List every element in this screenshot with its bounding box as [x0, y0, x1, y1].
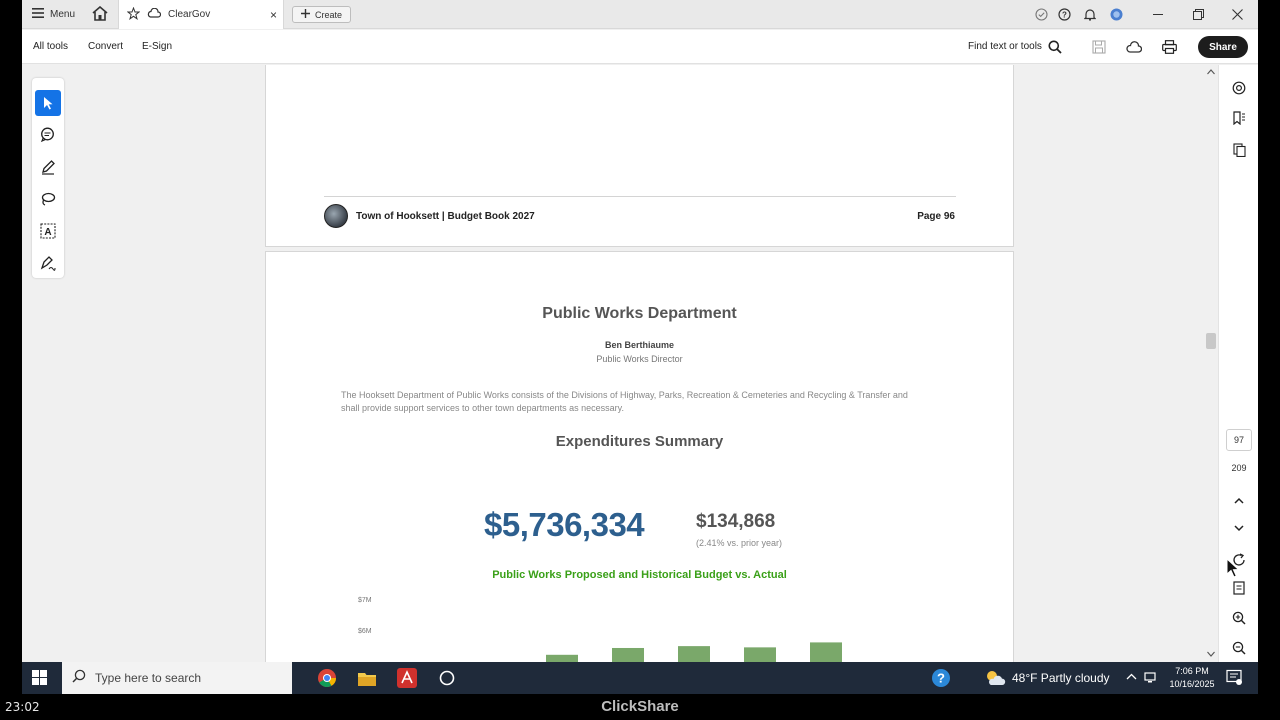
footer-divider — [324, 196, 956, 197]
taskbar-search-box[interactable]: Type here to search — [62, 662, 292, 694]
chart-title: Public Works Proposed and Historical Bud… — [492, 569, 787, 581]
close-tab-icon[interactable]: × — [270, 8, 277, 22]
total-expenditure: $5,736,334 — [484, 506, 645, 543]
restore-icon[interactable] — [1183, 0, 1213, 29]
clock-time: 7:06 PM — [1175, 666, 1209, 676]
screen: Menu ClearGov × Create ? All tools Conve… — [0, 0, 1280, 720]
change-percent-note: (2.41% vs. prior year) — [696, 538, 783, 548]
expenditures-summary-title: Expenditures Summary — [555, 433, 724, 450]
acrobat-window: Menu ClearGov × Create ? All tools Conve… — [22, 0, 1258, 662]
svg-text:?: ? — [937, 671, 945, 686]
bookmarks-icon[interactable] — [1230, 109, 1248, 127]
hamburger-icon — [32, 8, 44, 21]
pages-thumbnails-icon[interactable] — [1230, 141, 1248, 159]
scroll-down-arrow-icon[interactable] — [1207, 651, 1215, 657]
next-page-icon[interactable] — [1230, 519, 1248, 537]
cortana-icon[interactable] — [436, 667, 458, 689]
director-role: Public Works Director — [596, 354, 683, 364]
tab-cleargov[interactable]: ClearGov × — [118, 0, 284, 29]
chart-bar — [744, 647, 776, 662]
chart-bar — [612, 647, 644, 662]
y-tick-label: $6M — [358, 628, 372, 635]
menu-button[interactable]: Menu — [32, 0, 75, 29]
search-icon — [72, 669, 86, 688]
change-amount: $134,868 — [696, 511, 776, 532]
scroll-up-arrow-icon[interactable] — [1207, 69, 1215, 75]
title-tab-bar: Menu ClearGov × Create ? — [22, 0, 1258, 29]
file-explorer-icon[interactable] — [356, 667, 378, 689]
show-hidden-icons-chevron-icon[interactable] — [1126, 671, 1137, 683]
print-icon[interactable] — [1160, 38, 1178, 56]
create-button[interactable]: Create — [292, 6, 352, 23]
department-title: Public Works Department — [542, 305, 737, 322]
department-description: The Hooksett Department of Public Works … — [341, 390, 908, 413]
create-label: Create — [315, 9, 343, 20]
acrobat-app-icon[interactable] — [396, 667, 418, 689]
minimize-icon[interactable] — [1143, 0, 1173, 29]
pdf-page-97: Public Works Department Ben Berthiaume P… — [265, 251, 1014, 662]
all-tools-button[interactable]: All tools — [33, 41, 68, 52]
windows-start-icon[interactable] — [32, 670, 47, 690]
scroll-thumb[interactable] — [1206, 333, 1216, 349]
page-number-input[interactable]: 97 — [1226, 429, 1252, 451]
home-icon — [92, 5, 108, 24]
svg-text:?: ? — [1062, 10, 1067, 19]
home-button[interactable] — [92, 0, 108, 29]
y-tick-label: $7M — [358, 597, 372, 604]
document-viewport[interactable]: Town of Hooksett | Budget Book 2027 Page… — [22, 65, 1218, 662]
esign-button[interactable]: E-Sign — [142, 41, 172, 52]
weather-text[interactable]: 48°F Partly cloudy — [1012, 671, 1110, 685]
chrome-icon[interactable] — [316, 667, 338, 689]
footer-title: Town of Hooksett | Budget Book 2027 — [356, 211, 535, 222]
previous-page-icon[interactable] — [1230, 491, 1248, 509]
notifications-bell-icon[interactable] — [1084, 0, 1096, 29]
pdf-page-96: Town of Hooksett | Budget Book 2027 Page… — [265, 65, 1014, 247]
town-seal-logo — [324, 204, 348, 228]
network-icon[interactable] — [1144, 671, 1158, 686]
find-text-label[interactable]: Find text or tools — [968, 41, 1042, 52]
share-button[interactable]: Share — [1198, 36, 1248, 58]
clickshare-bar: 23:02 ClickShare — [0, 694, 1280, 720]
plus-icon — [301, 9, 310, 20]
clickshare-brand: ClickShare — [601, 698, 679, 715]
search-placeholder: Type here to search — [95, 671, 202, 685]
vertical-scrollbar[interactable] — [1204, 65, 1218, 662]
cloud-sync-icon[interactable] — [1125, 38, 1143, 56]
chart-bar — [810, 642, 842, 662]
search-icon[interactable] — [1046, 38, 1064, 56]
page-fit-icon[interactable] — [1230, 579, 1248, 597]
zoom-out-icon[interactable] — [1230, 639, 1248, 657]
cloud-icon — [147, 7, 162, 21]
windows-taskbar: Type here to search ? 48°F Partly cloudy… — [22, 662, 1258, 694]
budget-bar-chart: $7M $6M — [358, 597, 842, 662]
save-icon[interactable] — [1090, 38, 1108, 56]
close-window-icon[interactable] — [1222, 0, 1252, 29]
convert-button[interactable]: Convert — [88, 41, 123, 52]
help-icon[interactable]: ? — [1058, 0, 1071, 29]
clock-date: 10/16/2025 — [1169, 679, 1215, 689]
taskbar-clock[interactable]: 7:06 PM 10/16/2025 — [1164, 665, 1220, 691]
zoom-in-icon[interactable] — [1230, 609, 1248, 627]
notifications-center-icon[interactable] — [1226, 669, 1242, 688]
star-icon[interactable] — [126, 6, 141, 23]
main-toolbar: All tools Convert E-Sign Find text or to… — [22, 30, 1258, 64]
account-avatar-icon[interactable] — [1110, 0, 1123, 29]
help-assist-icon[interactable]: ? — [930, 667, 952, 689]
weather-partly-cloudy-icon[interactable] — [984, 667, 1006, 689]
director-name: Ben Berthiaume — [604, 340, 675, 350]
page-total: 209 — [1231, 463, 1247, 473]
mouse-cursor-icon — [1226, 558, 1240, 578]
footer-page-number: Page 96 — [917, 211, 955, 222]
chart-bar — [678, 646, 710, 662]
menu-label: Menu — [50, 9, 76, 20]
chart-bar — [546, 654, 578, 662]
check-status-icon[interactable] — [1035, 0, 1048, 29]
comments-panel-icon[interactable] — [1230, 79, 1248, 97]
tab-title: ClearGov — [168, 9, 211, 20]
